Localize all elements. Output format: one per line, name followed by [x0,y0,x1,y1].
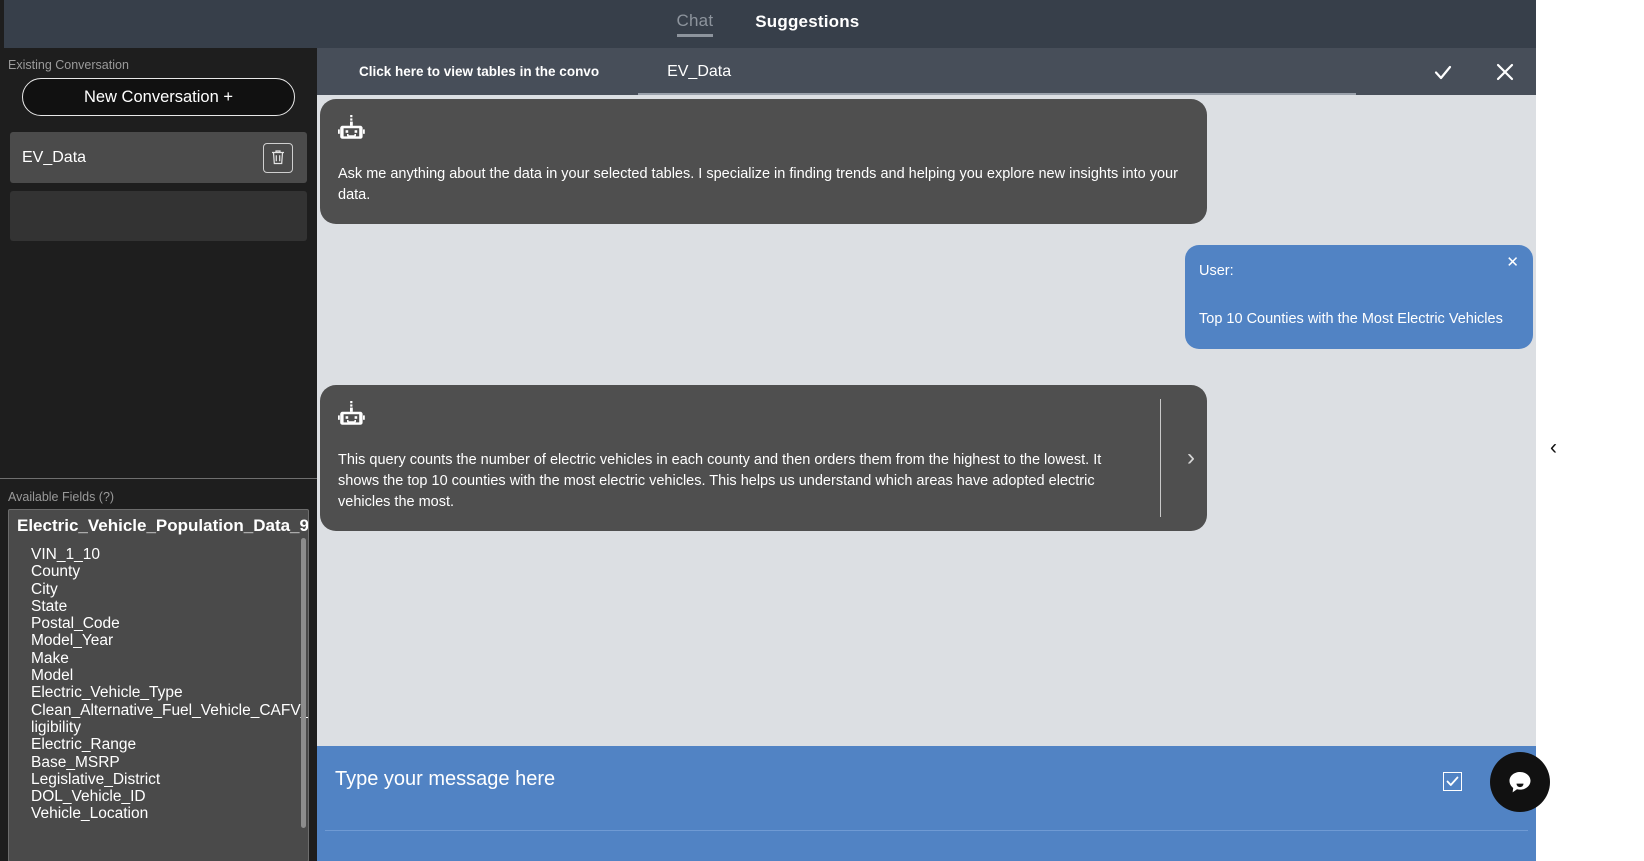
user-message-label: User: [1199,263,1234,279]
selected-table-tab[interactable]: EV_Data [667,63,731,81]
message-input-underline [325,830,1528,831]
field-item[interactable]: ligibility [31,719,308,736]
field-item[interactable]: City [31,581,308,598]
field-item[interactable]: Postal_Code [31,615,308,632]
user-message-text: Top 10 Counties with the Most Electric V… [1199,311,1503,327]
robot-icon [338,115,1185,148]
new-conversation-wrap: New Conversation + [0,78,317,124]
view-tables-link[interactable]: Click here to view tables in the convo [359,64,599,79]
chat-bubble-icon[interactable] [1490,752,1550,812]
field-item[interactable]: Model [31,667,308,684]
message-input-bar: Type your message here [317,746,1536,861]
conversation-list: EV_Data [0,124,317,241]
field-item[interactable]: Electric_Vehicle_Type [31,684,308,701]
close-icon[interactable]: ✕ [1506,255,1519,270]
sidebar: Existing Conversation New Conversation +… [0,48,317,861]
field-item[interactable]: VIN_1_10 [31,546,308,563]
sub-header: Click here to view tables in the convo E… [317,48,1536,95]
field-item[interactable]: Clean_Alternative_Fuel_Vehicle_CAFV_E [31,702,308,719]
available-fields-label: Available Fields (?) [8,490,115,504]
fields-list: VIN_1_10 County City State Postal_Code M… [9,546,308,823]
fields-vertical-scrollbar[interactable] [301,538,306,828]
new-conversation-button[interactable]: New Conversation + [22,78,295,116]
available-fields-panel: Available Fields (?) Electric_Vehicle_Po… [0,479,317,861]
app-root: Chat Suggestions Existing Conversation N… [0,0,1644,861]
send-button[interactable] [1443,772,1462,791]
bot-message-text: This query counts the number of electric… [338,452,1102,510]
bot-message: Ask me anything about the data in your s… [320,99,1207,224]
bot-message-divider [1160,399,1161,517]
top-bar: Chat Suggestions [0,0,1536,48]
top-bar-left-edge [0,0,4,48]
field-item[interactable]: Model_Year [31,632,308,649]
bot-message-text: Ask me anything about the data in your s… [338,166,1178,203]
sub-header-actions [1412,48,1536,95]
check-icon[interactable] [1412,48,1474,95]
fields-table-name: Electric_Vehicle_Population_Data_93 [17,516,309,535]
conversation-item-label: EV_Data [22,148,87,166]
user-message: ✕ User: Top 10 Counties with the Most El… [1185,245,1533,349]
field-item[interactable]: Electric_Range [31,736,308,753]
bot-message: This query counts the number of electric… [320,385,1207,531]
conversation-item-placeholder[interactable] [10,191,307,241]
robot-icon [338,401,1185,434]
field-item[interactable]: Vehicle_Location [31,805,308,822]
chevron-right-icon[interactable]: › [1187,446,1195,470]
chat-message-area: Ask me anything about the data in your s… [317,95,1536,746]
close-icon[interactable] [1474,48,1536,95]
tab-suggestions[interactable]: Suggestions [755,13,859,35]
field-item[interactable]: State [31,598,308,615]
fields-box: Electric_Vehicle_Population_Data_93 VIN_… [8,509,309,861]
message-input[interactable]: Type your message here [335,768,555,791]
field-item[interactable]: Legislative_District [31,771,308,788]
tab-chat[interactable]: Chat [676,12,714,37]
field-item[interactable]: Base_MSRP [31,754,308,771]
existing-conversation-label: Existing Conversation [8,58,129,72]
field-item[interactable]: Make [31,650,308,667]
field-item[interactable]: DOL_Vehicle_ID [31,788,308,805]
trash-icon[interactable] [263,142,293,173]
field-item[interactable]: County [31,563,308,580]
chevron-left-icon[interactable]: ‹ [1550,436,1557,460]
conversation-item-ev-data[interactable]: EV_Data [10,132,307,183]
right-rail: ‹ [1536,48,1644,861]
